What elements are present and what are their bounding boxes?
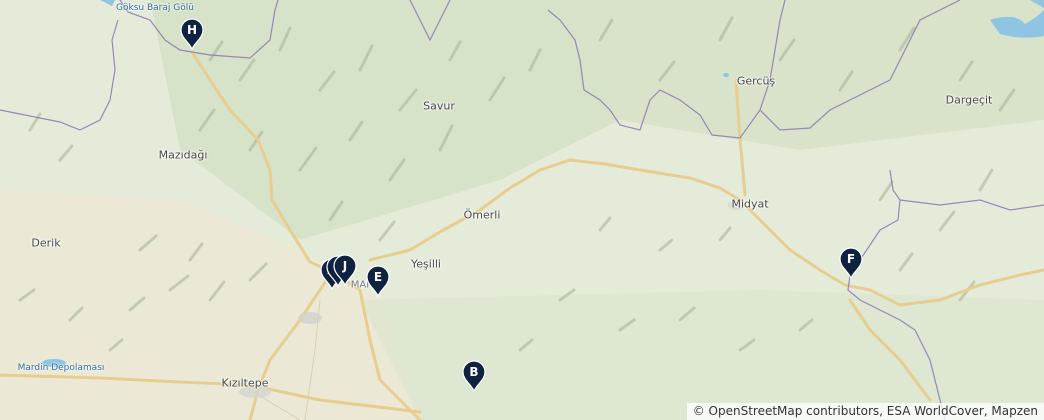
yesilli-label: Yeşilli xyxy=(411,257,441,271)
marker-j-label: J xyxy=(342,259,348,273)
marker-b-label: B xyxy=(469,365,479,379)
mardin-depolamasi-label: Mardin Depolaması xyxy=(17,363,105,373)
terrain-layer xyxy=(0,0,1044,420)
derik-label: Derik xyxy=(31,236,61,250)
map-marker-j[interactable]: J xyxy=(333,254,357,286)
map-marker-f[interactable]: F xyxy=(839,247,863,279)
dargecit-label: Dargeçit xyxy=(945,93,993,107)
marker-f-label: F xyxy=(846,252,856,266)
savur-label: Savur xyxy=(423,99,455,113)
kiziltepe-label: Kızıltepe xyxy=(221,376,269,390)
map-marker-b[interactable]: B xyxy=(462,360,486,392)
map-marker-e[interactable]: E xyxy=(366,265,390,297)
gercus-label: Gercüş xyxy=(736,74,776,88)
map-attribution[interactable]: © OpenStreetMap contributors, ESA WorldC… xyxy=(686,403,1044,420)
marker-e-label: E xyxy=(373,270,383,284)
map-marker-h[interactable]: H xyxy=(180,18,204,50)
midyat-label: Midyat xyxy=(731,197,769,211)
mazidagi-label: Mazıdağı xyxy=(158,148,208,162)
marker-h-label: H xyxy=(186,23,198,37)
goksu-baraj-golu-label: Göksu Baraj Gölü xyxy=(116,3,194,13)
omerli-label: Ömerli xyxy=(463,208,501,222)
map-canvas[interactable]: Göksu Baraj Gölü Savur Gercüş Dargeçit M… xyxy=(0,0,1044,420)
